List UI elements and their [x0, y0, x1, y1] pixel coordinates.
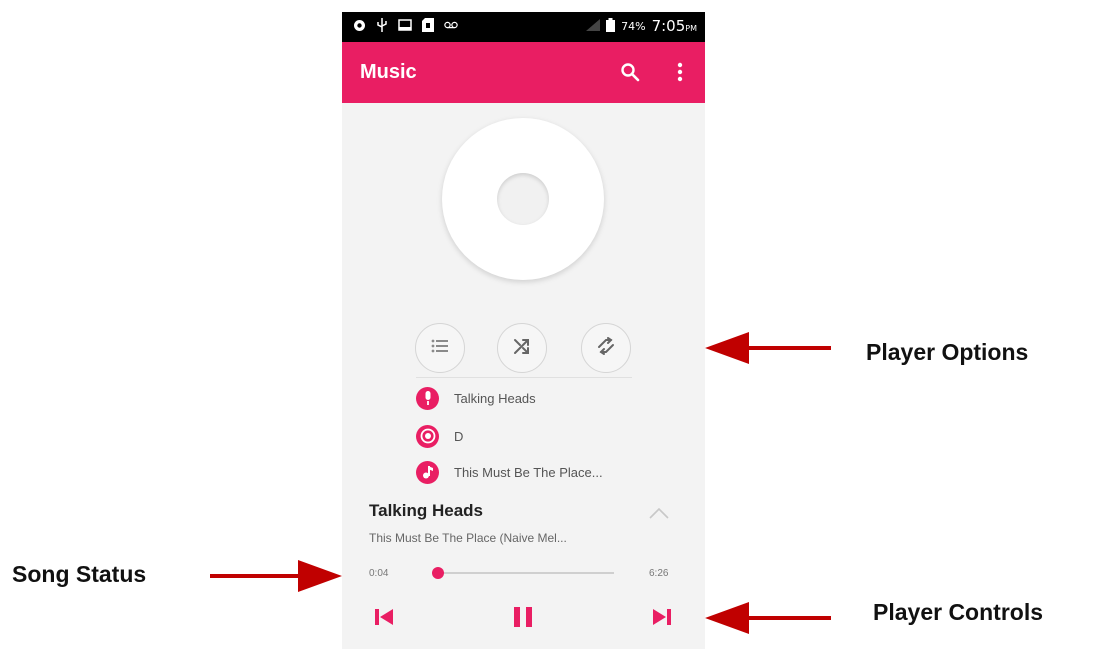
- pause-button[interactable]: [509, 606, 537, 632]
- pause-icon: [512, 606, 534, 633]
- settings-icon: [352, 18, 366, 32]
- album-row[interactable]: D: [416, 424, 463, 448]
- usb-icon: [375, 18, 389, 32]
- artist-name: Talking Heads: [454, 390, 536, 406]
- album-art-center: [497, 173, 549, 225]
- song-row[interactable]: This Must Be The Place...: [416, 460, 603, 484]
- album-icon: [416, 424, 439, 448]
- playlist-icon: [430, 338, 450, 359]
- clock-time: 7:05: [651, 17, 686, 35]
- repeat-button[interactable]: [581, 323, 631, 373]
- song-status-label: Song Status: [12, 561, 147, 587]
- repeat-icon: [596, 336, 616, 360]
- sd-card-icon: [421, 18, 435, 32]
- status-bar: 74% 7:05PM: [342, 12, 705, 42]
- battery-percent: 74%: [621, 19, 646, 33]
- battery-icon: [606, 17, 616, 35]
- shuffle-button[interactable]: [497, 323, 547, 373]
- now-playing-title: Talking Heads: [369, 501, 483, 520]
- signal-icon: [586, 18, 601, 34]
- screenshot-icon: [398, 18, 412, 32]
- artist-row[interactable]: Talking Heads: [416, 386, 536, 410]
- more-vert-icon[interactable]: [668, 60, 692, 84]
- seek-bar-thumb[interactable]: [431, 567, 444, 579]
- search-icon[interactable]: [618, 60, 642, 84]
- next-icon: [652, 607, 672, 632]
- shuffle-icon: [512, 337, 532, 360]
- player-controls-label: Player Controls: [873, 599, 1043, 625]
- elapsed-time: 0:04: [369, 568, 389, 579]
- player-controls-arrow: [705, 602, 831, 634]
- album-art: [442, 118, 604, 280]
- chevron-up-icon[interactable]: [648, 506, 670, 520]
- playlist-button[interactable]: [415, 323, 465, 373]
- previous-icon: [374, 607, 394, 632]
- app-title: Music: [360, 61, 417, 83]
- clock-suffix: PM: [685, 24, 697, 33]
- total-time: 6:26: [649, 568, 669, 579]
- song-name: This Must Be The Place...: [454, 464, 603, 480]
- voicemail-icon: [444, 18, 458, 32]
- phone-screen: 74% 7:05PM Music Talking Heads D This Mu…: [342, 12, 705, 649]
- status-icons-right: 74% 7:05PM: [586, 17, 697, 35]
- status-icons-left: [352, 18, 458, 32]
- song-status-arrow: [210, 560, 342, 592]
- clock: 7:05PM: [652, 17, 697, 35]
- microphone-icon: [416, 386, 439, 410]
- seek-bar[interactable]: [431, 567, 614, 579]
- previous-button[interactable]: [370, 606, 398, 632]
- next-button[interactable]: [648, 606, 676, 632]
- player-options-label: Player Options: [866, 339, 1029, 365]
- options-divider: [416, 377, 632, 378]
- album-name: D: [454, 428, 464, 444]
- app-bar: Music: [342, 42, 705, 103]
- now-playing-subtitle: This Must Be The Place (Naive Mel...: [369, 531, 567, 545]
- music-note-icon: [416, 460, 439, 484]
- player-options-arrow: [705, 332, 831, 364]
